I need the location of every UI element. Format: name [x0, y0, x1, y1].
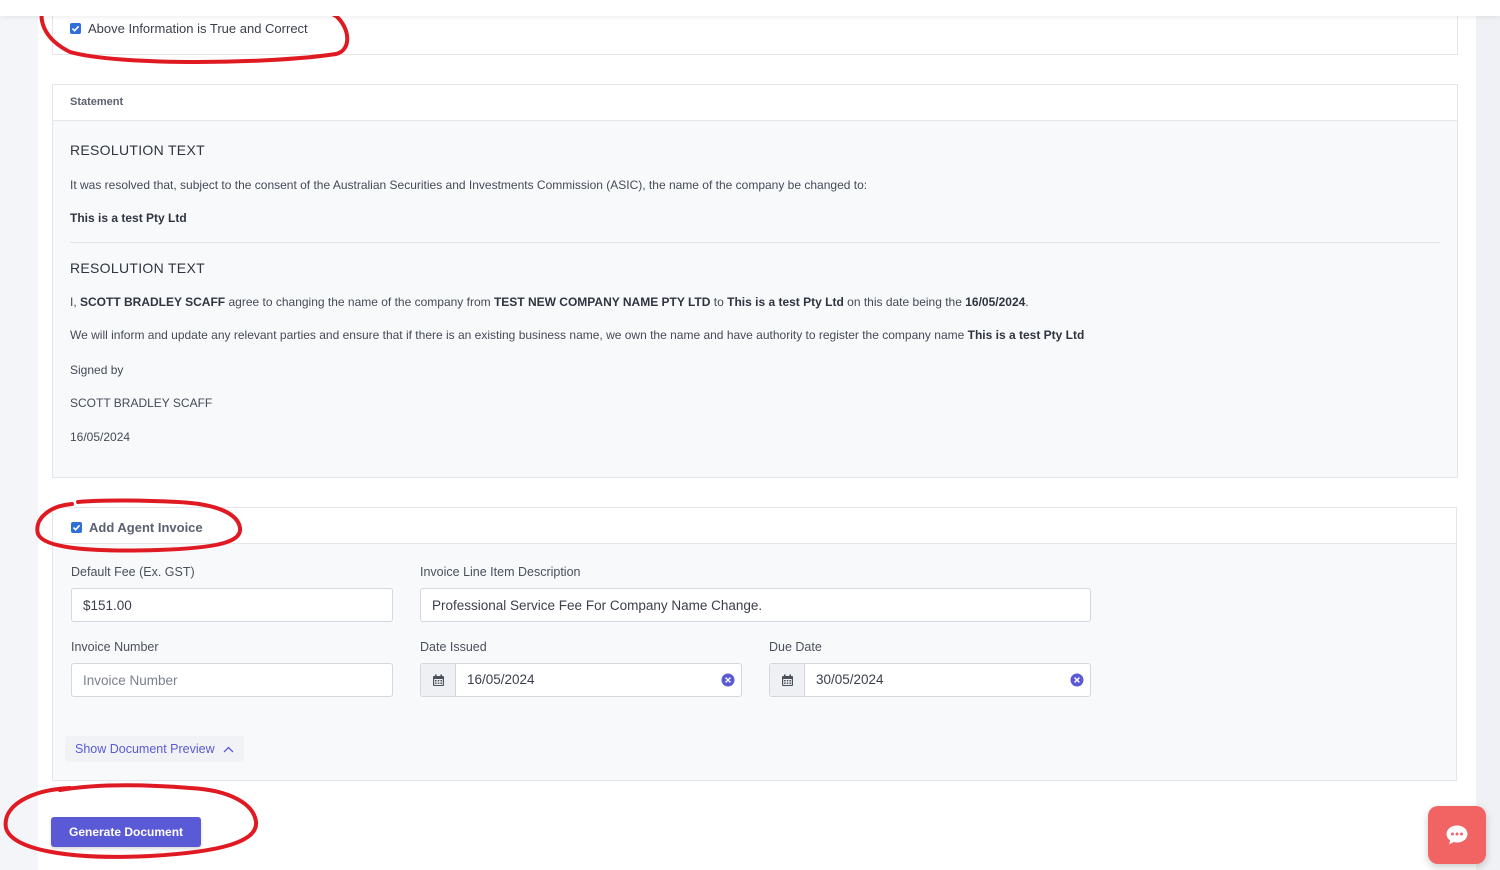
- agreement-date: 16/05/2024: [965, 295, 1026, 309]
- invoice-number-input[interactable]: [71, 663, 393, 697]
- invoice-number-label: Invoice Number: [71, 640, 159, 654]
- generate-document-button[interactable]: Generate Document: [51, 817, 201, 847]
- due-date-value[interactable]: 30/05/2024: [816, 664, 884, 696]
- statement-title: Statement: [70, 96, 124, 108]
- statement-card-header: Statement: [53, 85, 1457, 121]
- chevron-up-icon: [223, 746, 234, 753]
- invoice-checkbox-row[interactable]: Add Agent Invoice: [71, 518, 203, 536]
- confirm-checkbox-row[interactable]: Above Information is True and Correct: [70, 19, 308, 37]
- add-agent-invoice-label: Add Agent Invoice: [89, 519, 203, 535]
- inform-company: This is a test Pty Ltd: [967, 328, 1085, 342]
- line-item-description-input[interactable]: [420, 588, 1091, 622]
- default-fee-input[interactable]: [71, 588, 393, 622]
- top-bar: [0, 0, 1500, 16]
- show-document-preview-link[interactable]: Show Document Preview: [65, 736, 244, 762]
- confirm-checkbox[interactable]: [70, 22, 81, 34]
- section-divider: [70, 242, 1440, 243]
- signer-name: SCOTT BRADLEY SCAFF: [70, 396, 213, 410]
- invoice-card: Add Agent Invoice Default Fee (Ex. GST) …: [52, 507, 1457, 781]
- new-company-name: This is a test Pty Ltd: [70, 211, 187, 225]
- page: Above Information is True and Correct St…: [0, 0, 1500, 870]
- signed-by-label: Signed by: [70, 363, 124, 377]
- new-company-name-bold: This is a test Pty Ltd: [70, 211, 187, 225]
- invoice-card-header: Add Agent Invoice: [53, 508, 1456, 544]
- resolution-title-1: RESOLUTION TEXT: [70, 142, 205, 158]
- calendar-icon[interactable]: [421, 664, 456, 696]
- chat-widget-button[interactable]: [1428, 806, 1486, 864]
- add-agent-invoice-checkbox[interactable]: [71, 521, 82, 533]
- chat-icon: [1445, 824, 1469, 846]
- page-gutter: [1476, 0, 1500, 870]
- due-date-picker[interactable]: 30/05/2024: [769, 663, 1091, 697]
- agreement-end: .: [1025, 295, 1029, 309]
- date-issued-picker[interactable]: 16/05/2024: [420, 663, 742, 697]
- agreement-mid-3: on this date being the: [843, 295, 966, 309]
- show-document-preview-label: Show Document Preview: [75, 742, 215, 756]
- line-item-label: Invoice Line Item Description: [420, 565, 581, 579]
- resolution-text-1: It was resolved that, subject to the con…: [70, 178, 868, 192]
- agreement-mid-1: agree to changing the name of the compan…: [225, 295, 494, 309]
- confirm-checkbox-label: Above Information is True and Correct: [88, 20, 308, 36]
- statement-card: Statement RESOLUTION TEXT It was resolve…: [52, 84, 1458, 478]
- default-fee-label: Default Fee (Ex. GST): [71, 565, 195, 579]
- agreement-mid-2: to: [710, 295, 728, 309]
- agreement-signer: SCOTT BRADLEY SCAFF: [80, 295, 226, 309]
- date-issued-value[interactable]: 16/05/2024: [467, 664, 535, 696]
- clear-icon[interactable]: [1070, 673, 1084, 687]
- resolution-agreement: I, SCOTT BRADLEY SCAFF agree to changing…: [70, 295, 1029, 309]
- agreement-old-company: TEST NEW COMPANY NAME PTY LTD: [493, 295, 711, 309]
- date-issued-label: Date Issued: [420, 640, 487, 654]
- agreement-new-company: This is a test Pty Ltd: [727, 295, 844, 309]
- due-date-label: Due Date: [769, 640, 822, 654]
- signed-date: 16/05/2024: [70, 430, 131, 444]
- clear-icon[interactable]: [721, 673, 735, 687]
- inform-text: We will inform and update any relevant p…: [70, 328, 968, 342]
- resolution-title-2: RESOLUTION TEXT: [70, 260, 205, 276]
- calendar-icon[interactable]: [770, 664, 805, 696]
- resolution-inform: We will inform and update any relevant p…: [70, 328, 1084, 342]
- agreement-prefix: I,: [70, 295, 81, 309]
